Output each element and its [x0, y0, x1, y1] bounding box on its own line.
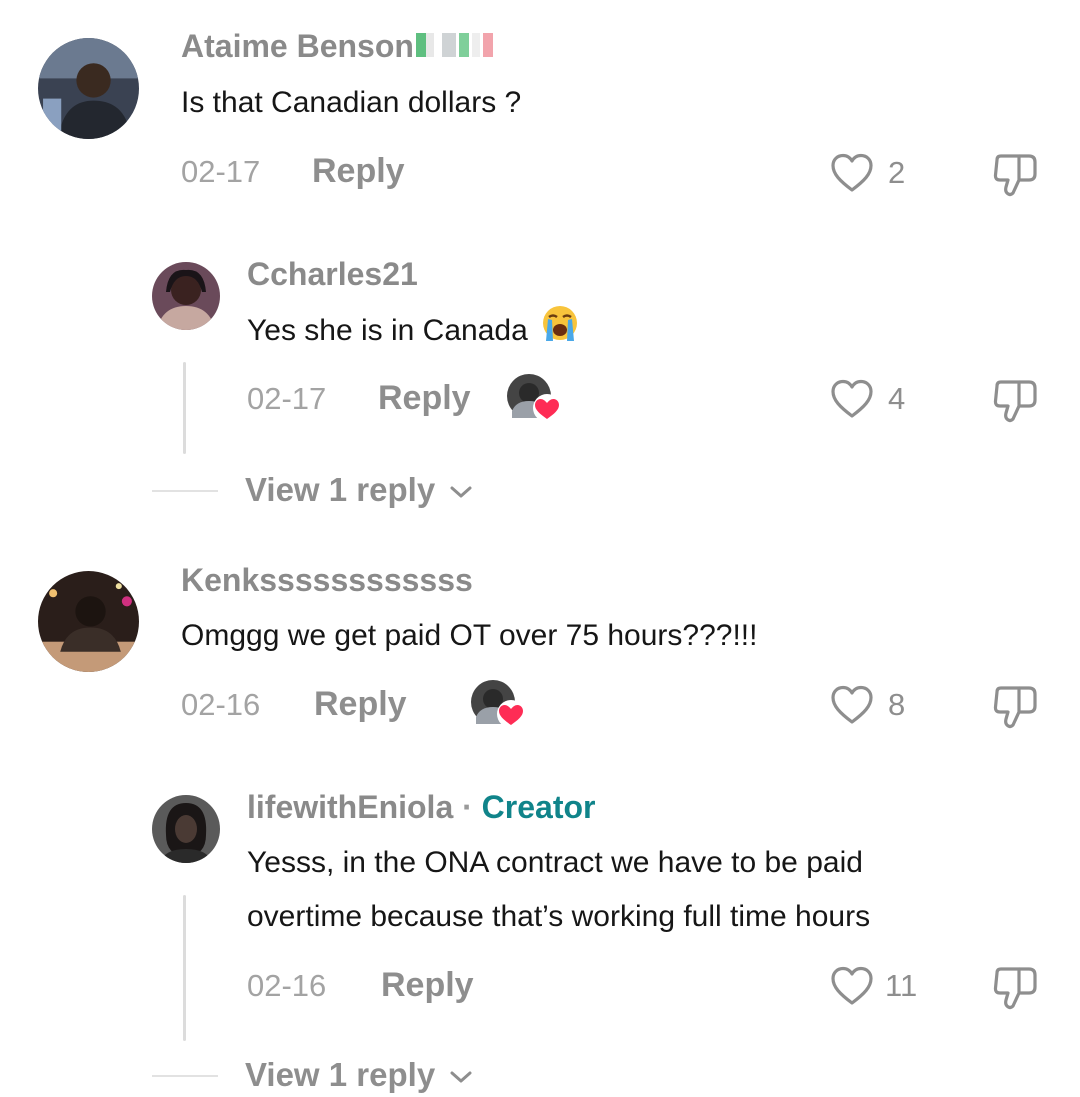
heart-outline-icon [831, 966, 873, 1005]
comment-text-line: Yesss, in the ONA contract we have to be… [247, 846, 863, 879]
creator-liked-heart-icon [533, 394, 561, 422]
like-count: 8 [888, 687, 906, 722]
reply-button[interactable]: Reply [381, 966, 474, 1005]
like-button[interactable]: 2 [830, 152, 930, 198]
dislike-button[interactable] [991, 378, 1041, 424]
chevron-down-icon [450, 486, 472, 498]
like-button[interactable]: 11 [830, 965, 930, 1011]
heart-outline-icon [831, 685, 873, 724]
view-replies-button[interactable]: View 1 reply [245, 471, 474, 509]
comment-username[interactable]: Ccharles21 [247, 256, 418, 293]
avatar-ccharles21[interactable] [152, 262, 220, 330]
flag-emoji [414, 28, 493, 64]
chevron-down-icon [450, 1071, 472, 1083]
avatar-ataime[interactable] [38, 38, 139, 139]
reply-button[interactable]: Reply [312, 152, 405, 191]
reply-button[interactable]: Reply [378, 379, 471, 418]
comment-username[interactable]: Ataime Benson [181, 28, 493, 65]
dislike-button[interactable] [991, 152, 1041, 198]
comment-text: Yes she is in Canada [247, 303, 580, 361]
dislike-button[interactable] [991, 684, 1041, 730]
like-count: 2 [888, 155, 906, 190]
thread-line [183, 895, 186, 1041]
heart-outline-icon [831, 379, 873, 418]
reply-button[interactable]: Reply [314, 685, 407, 724]
avatar-lifewitheniola[interactable] [152, 795, 220, 863]
thread-line [183, 362, 186, 454]
separator-dot: · [462, 789, 473, 825]
like-count: 11 [885, 968, 918, 1003]
replies-divider [152, 1075, 218, 1077]
comment-date: 02-17 [181, 154, 261, 189]
creator-liked-heart-icon [497, 700, 525, 728]
loudly-crying-face-emoji [540, 303, 580, 361]
like-count: 4 [888, 381, 906, 416]
comment-text: Omggg we get paid OT over 75 hours???!!! [181, 619, 758, 652]
comment-username[interactable]: Kenkssssssssssss [181, 562, 473, 599]
comment-text: Is that Canadian dollars ? [181, 86, 522, 119]
like-button[interactable]: 8 [830, 684, 930, 730]
comment-text: Yesss, in the ONA contract we have to be… [247, 836, 870, 944]
comment-date: 02-17 [247, 381, 327, 416]
dislike-button[interactable] [991, 965, 1041, 1011]
creator-badge: Creator [481, 789, 596, 825]
creator-liked-badge [506, 373, 562, 425]
comment-date: 02-16 [247, 968, 327, 1003]
comment-text-line: overtime because that’s working full tim… [247, 900, 871, 933]
replies-divider [152, 490, 218, 492]
creator-liked-badge [470, 679, 526, 731]
comment-date: 02-16 [181, 687, 261, 722]
dislike-icon [993, 380, 1037, 423]
comment-username[interactable]: lifewithEniola · Creator [247, 789, 595, 826]
view-replies-button[interactable]: View 1 reply [245, 1056, 474, 1094]
dislike-icon [993, 154, 1037, 197]
heart-outline-icon [831, 153, 873, 192]
dislike-icon [993, 686, 1037, 729]
like-button[interactable]: 4 [830, 378, 930, 424]
avatar-kenks[interactable] [38, 571, 139, 672]
dislike-icon [993, 967, 1037, 1010]
